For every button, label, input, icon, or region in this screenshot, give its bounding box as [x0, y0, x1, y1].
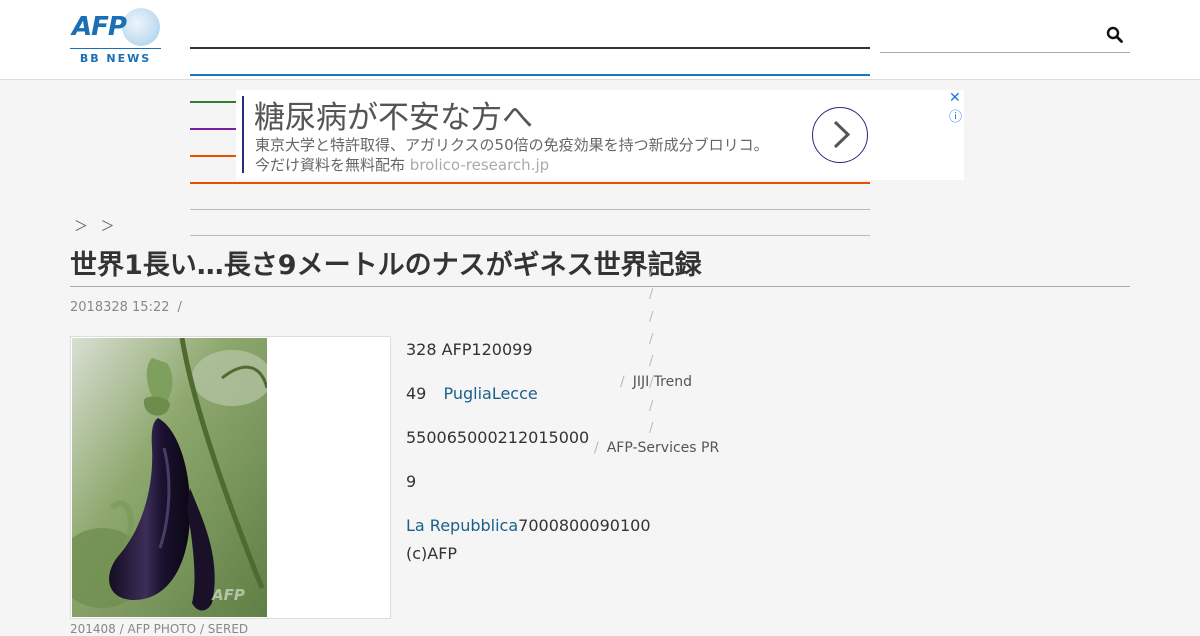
separator: / — [649, 309, 654, 325]
item-separator: / — [620, 374, 625, 390]
logo-divider — [70, 48, 161, 49]
ad-line-2-text: 今だけ資料を無料配布 — [255, 156, 406, 174]
separator: / — [649, 331, 654, 347]
article-meta: 2018328 15:22 / — [70, 300, 182, 315]
nav-item-2[interactable] — [190, 74, 870, 76]
article-photo-frame[interactable]: AFP — [70, 336, 391, 619]
sidebar-item-label: JIJI Trend — [632, 374, 692, 390]
meta-separator: / — [177, 300, 182, 315]
eggplant-photo[interactable]: AFP — [72, 338, 267, 617]
ad-accent-bar — [242, 96, 244, 173]
chevron-right-icon — [833, 120, 851, 149]
ad-info-icon[interactable]: ⓘ — [949, 106, 962, 125]
separator: / — [649, 287, 654, 303]
ad-body: 東京大学と特許取得、アガリクスの50倍の免疫効果を持つ新成分ブロリコ。 今だけ資… — [255, 135, 769, 175]
la-repubblica-link[interactable]: La Repubblica — [406, 516, 518, 535]
ad-banner[interactable]: 糖尿病が不安な方へ 東京大学と特許取得、アガリクスの50倍の免疫効果を持つ新成分… — [236, 90, 964, 180]
svg-text:AFP: AFP — [211, 586, 245, 604]
breadcrumb[interactable]: ＞ ＞ — [74, 216, 118, 236]
separator: / — [649, 265, 654, 280]
sidebar-separators: / / / / / / / / — [649, 262, 653, 440]
search-icon[interactable] — [1106, 26, 1124, 44]
sidebar-item-label: AFP-Services PR — [606, 440, 720, 456]
publish-date: 2018328 15:22 — [70, 300, 170, 315]
ad-next-button[interactable] — [812, 107, 868, 163]
ad-domain: brolico-research.jp — [409, 156, 550, 174]
logo-subtitle: BB NEWS — [79, 52, 152, 65]
puglia-lecce-link[interactable]: PugliaLecce — [443, 384, 537, 403]
ad-close-icon[interactable]: ✕ — [949, 90, 961, 106]
paragraph-1: 328 AFP120099 — [406, 340, 533, 359]
nav-item-7[interactable] — [190, 209, 870, 210]
search-input[interactable] — [880, 20, 1130, 53]
article-title: 世界1長い…長さ9メートルのナスがギネス世界記録 — [70, 250, 702, 281]
logo-text: AFP — [72, 12, 127, 42]
ad-line-2: 今だけ資料を無料配布 brolico-research.jp — [255, 155, 769, 175]
paragraph-5: La Repubblica7000800090100 — [406, 516, 651, 535]
paragraph-5-text: 7000800090100 — [518, 516, 651, 535]
paragraph-2-text: 49 — [406, 384, 427, 403]
paragraph-2: 49 PugliaLecce — [406, 384, 538, 403]
separator: / — [649, 421, 654, 437]
title-divider — [70, 286, 1130, 287]
item-separator: / — [594, 440, 599, 456]
sidebar-item-jiji-trend[interactable]: / JIJI Trend — [620, 374, 692, 390]
copyright: (c)AFP — [406, 544, 458, 563]
ad-headline[interactable]: 糖尿病が不安な方へ — [254, 92, 533, 137]
ad-line-1: 東京大学と特許取得、アガリクスの50倍の免疫効果を持つ新成分ブロリコ。 — [255, 136, 769, 154]
nav-item-6[interactable] — [190, 182, 870, 184]
globe-icon — [122, 8, 160, 46]
separator: / — [649, 398, 654, 414]
paragraph-4: 9 — [406, 472, 417, 491]
separator: / — [649, 354, 654, 370]
sidebar-item-afp-services[interactable]: / AFP-Services PR — [594, 440, 719, 456]
afpbb-logo[interactable]: AFP BB NEWS — [70, 8, 162, 65]
nav-item-8[interactable] — [190, 235, 870, 236]
paragraph-3: 550065000212015000 — [406, 428, 590, 447]
nav-item-1[interactable] — [190, 47, 870, 49]
photo-caption: 201408 / AFP PHOTO / SERED — [70, 622, 249, 636]
